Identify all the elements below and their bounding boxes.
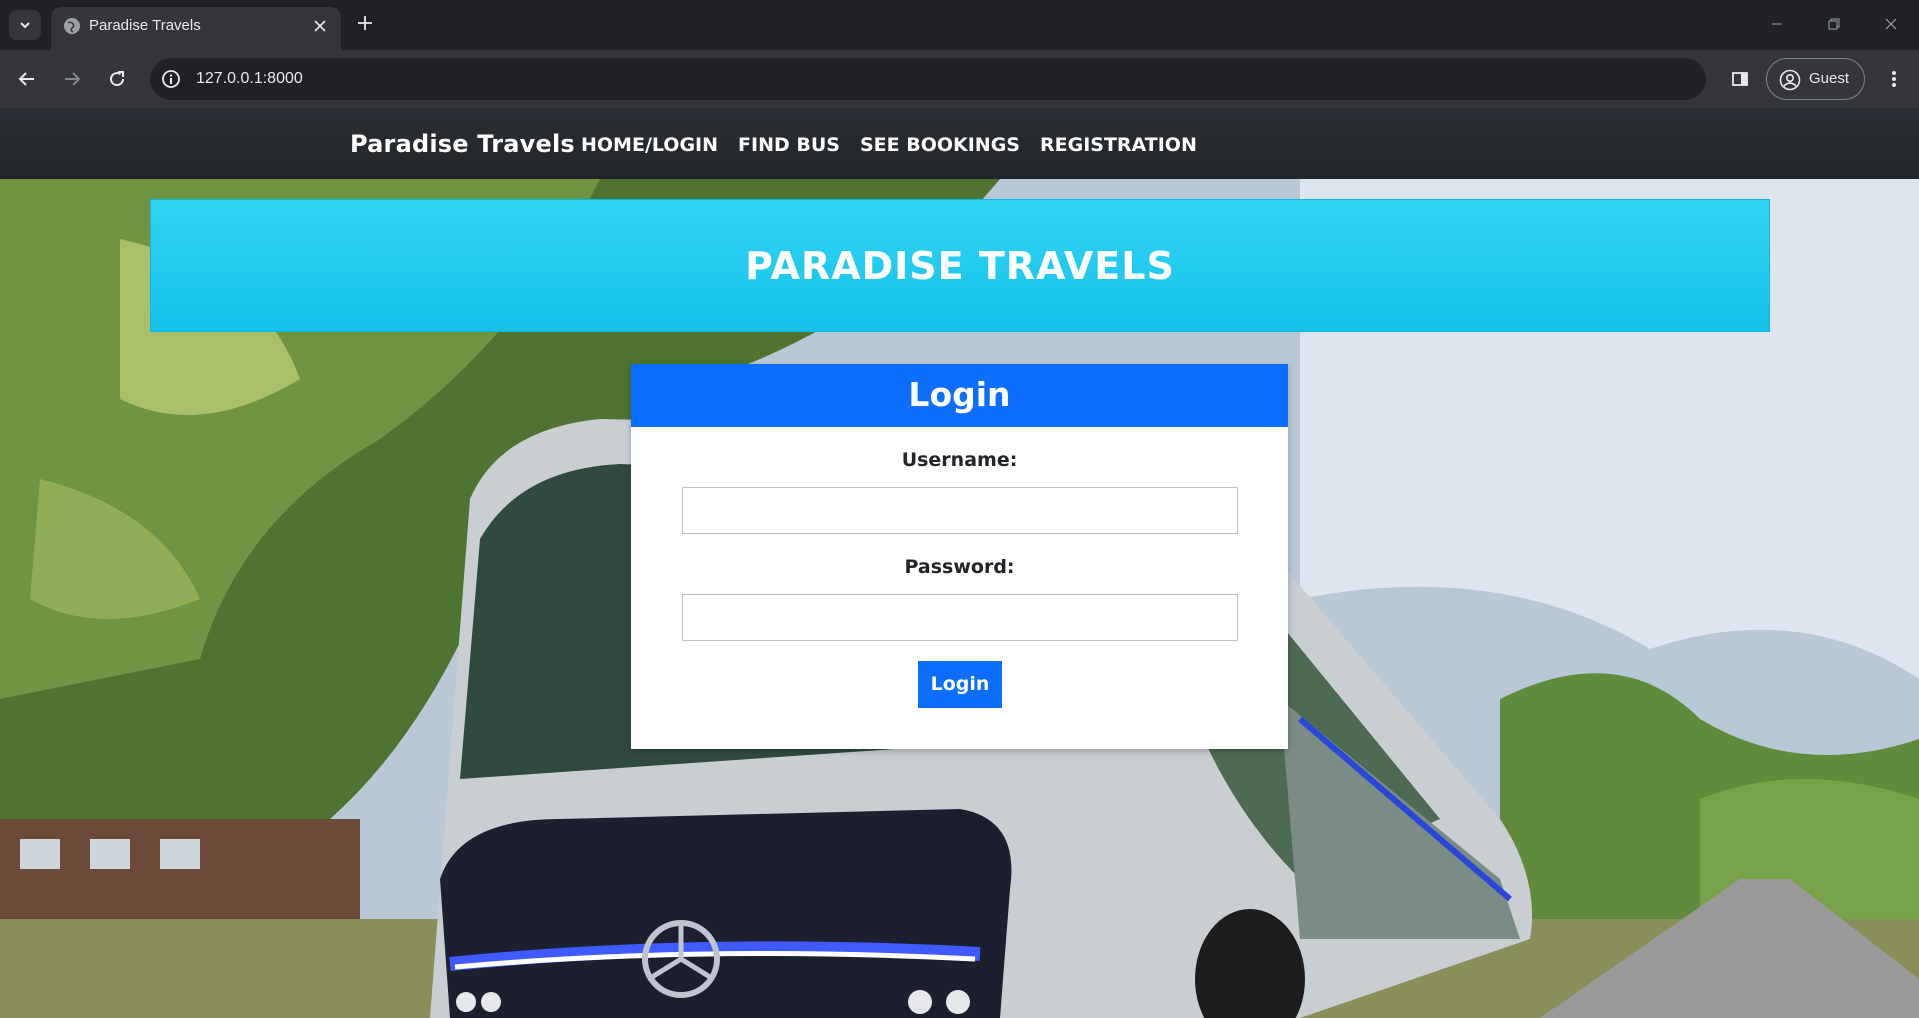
password-input[interactable] — [682, 594, 1238, 641]
hero-banner: PARADISE TRAVELS — [150, 199, 1770, 332]
nav-link-home-login[interactable]: HOME/LOGIN — [581, 132, 718, 158]
back-arrow-icon — [18, 72, 34, 86]
login-submit-button[interactable]: Login — [918, 661, 1002, 708]
nav-link-see-bookings[interactable]: SEE BOOKINGS — [860, 132, 1020, 158]
site-info-icon[interactable] — [161, 69, 181, 89]
profile-label: Guest — [1809, 70, 1850, 87]
site-navbar: Paradise Travels HOME/LOGIN FIND BUS SEE… — [0, 108, 1919, 179]
window-close-button[interactable] — [1868, 9, 1914, 39]
nav-link-registration[interactable]: REGISTRATION — [1040, 132, 1197, 158]
restore-icon — [1828, 18, 1840, 30]
plus-icon — [358, 16, 372, 30]
tab-close-button[interactable] — [309, 15, 331, 37]
login-card-header: Login — [631, 364, 1288, 427]
username-input[interactable] — [682, 487, 1238, 534]
forward-button[interactable] — [56, 63, 88, 95]
nav-link-find-bus[interactable]: FIND BUS — [738, 132, 840, 158]
password-label: Password: — [904, 556, 1015, 578]
browser-tab-strip: Paradise Travels — [0, 0, 1919, 50]
kebab-menu-icon — [1892, 71, 1896, 87]
window-close-icon — [1885, 18, 1897, 30]
nav-links: HOME/LOGIN FIND BUS SEE BOOKINGS REGISTR… — [581, 132, 1197, 158]
side-panel-icon — [1732, 72, 1748, 86]
browser-toolbar: 127.0.0.1:8000 Guest — [0, 50, 1919, 108]
close-icon — [314, 20, 326, 32]
browser-menu-button[interactable] — [1878, 63, 1910, 95]
reload-icon — [110, 71, 125, 87]
login-card: Login Username: Password: Login — [631, 364, 1288, 749]
forward-arrow-icon — [65, 72, 81, 86]
side-panel-button[interactable] — [1724, 63, 1756, 95]
minimize-icon — [1772, 23, 1782, 25]
reload-button[interactable] — [101, 63, 133, 95]
tab-list-button[interactable] — [9, 10, 41, 40]
address-bar[interactable]: 127.0.0.1:8000 — [150, 58, 1706, 100]
globe-favicon-icon — [64, 18, 80, 34]
profile-button[interactable]: Guest — [1766, 58, 1865, 100]
tab-title: Paradise Travels — [89, 17, 201, 34]
login-card-title: Login — [908, 375, 1011, 414]
new-tab-button[interactable] — [352, 10, 378, 36]
username-label: Username: — [901, 449, 1018, 471]
banner-title: PARADISE TRAVELS — [745, 244, 1175, 288]
url-text[interactable]: 127.0.0.1:8000 — [196, 67, 303, 91]
back-button[interactable] — [11, 63, 43, 95]
browser-tab[interactable]: Paradise Travels — [51, 7, 341, 50]
tab-list-icon — [20, 22, 30, 29]
restore-button[interactable] — [1811, 9, 1857, 39]
minimize-button[interactable] — [1754, 9, 1800, 39]
profile-icon — [1779, 69, 1801, 91]
navbar-brand[interactable]: Paradise Travels — [350, 128, 575, 160]
